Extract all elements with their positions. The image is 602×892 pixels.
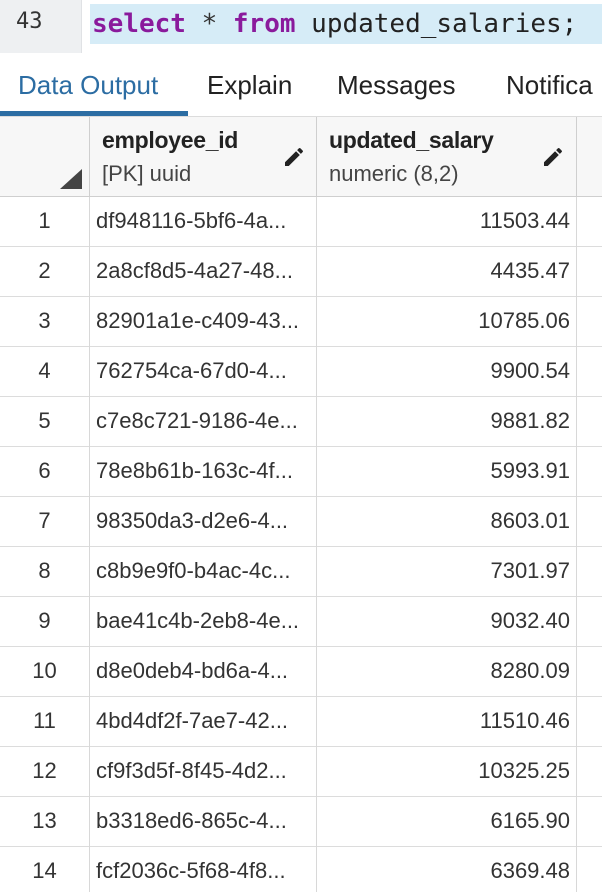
code-line[interactable]: select * from updated_salaries;	[90, 4, 602, 44]
row-number: 12	[0, 747, 90, 797]
salary-cell[interactable]: 6369.48	[317, 847, 577, 892]
result-tabs: Data Output Explain Messages Notifica	[0, 53, 602, 117]
employee-id-cell[interactable]: c7e8c721-9186-4e...	[90, 397, 317, 447]
employee-id-cell[interactable]: 78e8b61b-163c-4f...	[90, 447, 317, 497]
employee-id-cell[interactable]: cf9f3d5f-8f45-4d2...	[90, 747, 317, 797]
pencil-icon[interactable]	[541, 145, 565, 169]
row-number: 4	[0, 347, 90, 397]
salary-cell[interactable]: 8280.09	[317, 647, 577, 697]
row-filler	[577, 647, 602, 697]
row-number: 11	[0, 697, 90, 747]
row-number: 5	[0, 397, 90, 447]
table-row[interactable]: 9 bae41c4b-2eb8-4e... 9032.40	[0, 597, 602, 647]
row-filler	[577, 247, 602, 297]
tab-data-output[interactable]: Data Output	[18, 53, 158, 117]
employee-id-cell[interactable]: 82901a1e-c409-43...	[90, 297, 317, 347]
row-number-header[interactable]	[0, 117, 90, 197]
table-row[interactable]: 3 82901a1e-c409-43... 10785.06	[0, 297, 602, 347]
row-number: 13	[0, 797, 90, 847]
salary-cell[interactable]: 6165.90	[317, 797, 577, 847]
employee-id-cell[interactable]: 98350da3-d2e6-4...	[90, 497, 317, 547]
salary-cell[interactable]: 10325.25	[317, 747, 577, 797]
row-filler	[577, 747, 602, 797]
employee-id-cell[interactable]: 2a8cf8d5-4a27-48...	[90, 247, 317, 297]
column-name: employee_id	[102, 127, 239, 153]
table-row[interactable]: 7 98350da3-d2e6-4... 8603.01	[0, 497, 602, 547]
row-number: 6	[0, 447, 90, 497]
row-filler	[577, 697, 602, 747]
salary-cell[interactable]: 8603.01	[317, 497, 577, 547]
row-filler	[577, 497, 602, 547]
row-filler	[577, 297, 602, 347]
row-filler	[577, 597, 602, 647]
table-row[interactable]: 5 c7e8c721-9186-4e... 9881.82	[0, 397, 602, 447]
table-row[interactable]: 2 2a8cf8d5-4a27-48... 4435.47	[0, 247, 602, 297]
column-type: [PK] uuid	[102, 161, 192, 186]
row-number: 7	[0, 497, 90, 547]
column-header-employee-id[interactable]: employee_id [PK] uuid	[90, 117, 317, 197]
code-operator: *	[185, 9, 233, 39]
line-number: 43	[16, 9, 43, 34]
salary-cell[interactable]: 10785.06	[317, 297, 577, 347]
salary-cell[interactable]: 7301.97	[317, 547, 577, 597]
keyword-select: select	[92, 9, 186, 39]
employee-id-cell[interactable]: 4bd4df2f-7ae7-42...	[90, 697, 317, 747]
table-row[interactable]: 14 fcf2036c-5f68-4f8... 6369.48	[0, 847, 602, 892]
editor-gutter: 43	[0, 0, 82, 53]
column-type: numeric (8,2)	[329, 161, 459, 186]
table-row[interactable]: 8 c8b9e9f0-b4ac-4c... 7301.97	[0, 547, 602, 597]
salary-cell[interactable]: 11503.44	[317, 197, 577, 247]
table-row[interactable]: 6 78e8b61b-163c-4f... 5993.91	[0, 447, 602, 497]
employee-id-cell[interactable]: c8b9e9f0-b4ac-4c...	[90, 547, 317, 597]
table-row[interactable]: 4 762754ca-67d0-4... 9900.54	[0, 347, 602, 397]
column-header-updated-salary[interactable]: updated_salary numeric (8,2)	[317, 117, 577, 197]
row-filler	[577, 797, 602, 847]
employee-id-cell[interactable]: 762754ca-67d0-4...	[90, 347, 317, 397]
row-number: 14	[0, 847, 90, 892]
table-row[interactable]: 13 b3318ed6-865c-4... 6165.90	[0, 797, 602, 847]
salary-cell[interactable]: 11510.46	[317, 697, 577, 747]
salary-cell[interactable]: 5993.91	[317, 447, 577, 497]
employee-id-cell[interactable]: d8e0deb4-bd6a-4...	[90, 647, 317, 697]
row-number: 3	[0, 297, 90, 347]
salary-cell[interactable]: 4435.47	[317, 247, 577, 297]
employee-id-cell[interactable]: b3318ed6-865c-4...	[90, 797, 317, 847]
salary-cell[interactable]: 9881.82	[317, 397, 577, 447]
active-tab-indicator	[0, 111, 188, 116]
employee-id-cell[interactable]: fcf2036c-5f68-4f8...	[90, 847, 317, 892]
keyword-from: from	[232, 9, 296, 39]
table-row[interactable]: 10 d8e0deb4-bd6a-4... 8280.09	[0, 647, 602, 697]
table-row[interactable]: 11 4bd4df2f-7ae7-42... 11510.46	[0, 697, 602, 747]
header-filler	[577, 117, 602, 197]
row-number: 9	[0, 597, 90, 647]
row-filler	[577, 347, 602, 397]
table-row[interactable]: 1 df948116-5bf6-4a... 11503.44	[0, 197, 602, 247]
select-all-corner-icon[interactable]	[60, 169, 82, 189]
pencil-icon[interactable]	[282, 145, 306, 169]
row-filler	[577, 447, 602, 497]
row-filler	[577, 197, 602, 247]
data-grid: employee_id [PK] uuid updated_salary num…	[0, 117, 602, 892]
row-filler	[577, 847, 602, 892]
tab-notifications[interactable]: Notifica	[506, 53, 593, 117]
row-number: 2	[0, 247, 90, 297]
grid-header: employee_id [PK] uuid updated_salary num…	[0, 117, 602, 197]
row-number: 8	[0, 547, 90, 597]
row-filler	[577, 397, 602, 447]
query-editor[interactable]: 43 select * from updated_salaries;	[0, 0, 602, 53]
row-number: 1	[0, 197, 90, 247]
table-row[interactable]: 12 cf9f3d5f-8f45-4d2... 10325.25	[0, 747, 602, 797]
salary-cell[interactable]: 9900.54	[317, 347, 577, 397]
salary-cell[interactable]: 9032.40	[317, 597, 577, 647]
column-name: updated_salary	[329, 127, 494, 153]
employee-id-cell[interactable]: df948116-5bf6-4a...	[90, 197, 317, 247]
row-filler	[577, 547, 602, 597]
employee-id-cell[interactable]: bae41c4b-2eb8-4e...	[90, 597, 317, 647]
tab-messages[interactable]: Messages	[337, 53, 456, 117]
row-number: 10	[0, 647, 90, 697]
code-table-name: updated_salaries;	[295, 9, 578, 39]
tab-explain[interactable]: Explain	[207, 53, 292, 117]
